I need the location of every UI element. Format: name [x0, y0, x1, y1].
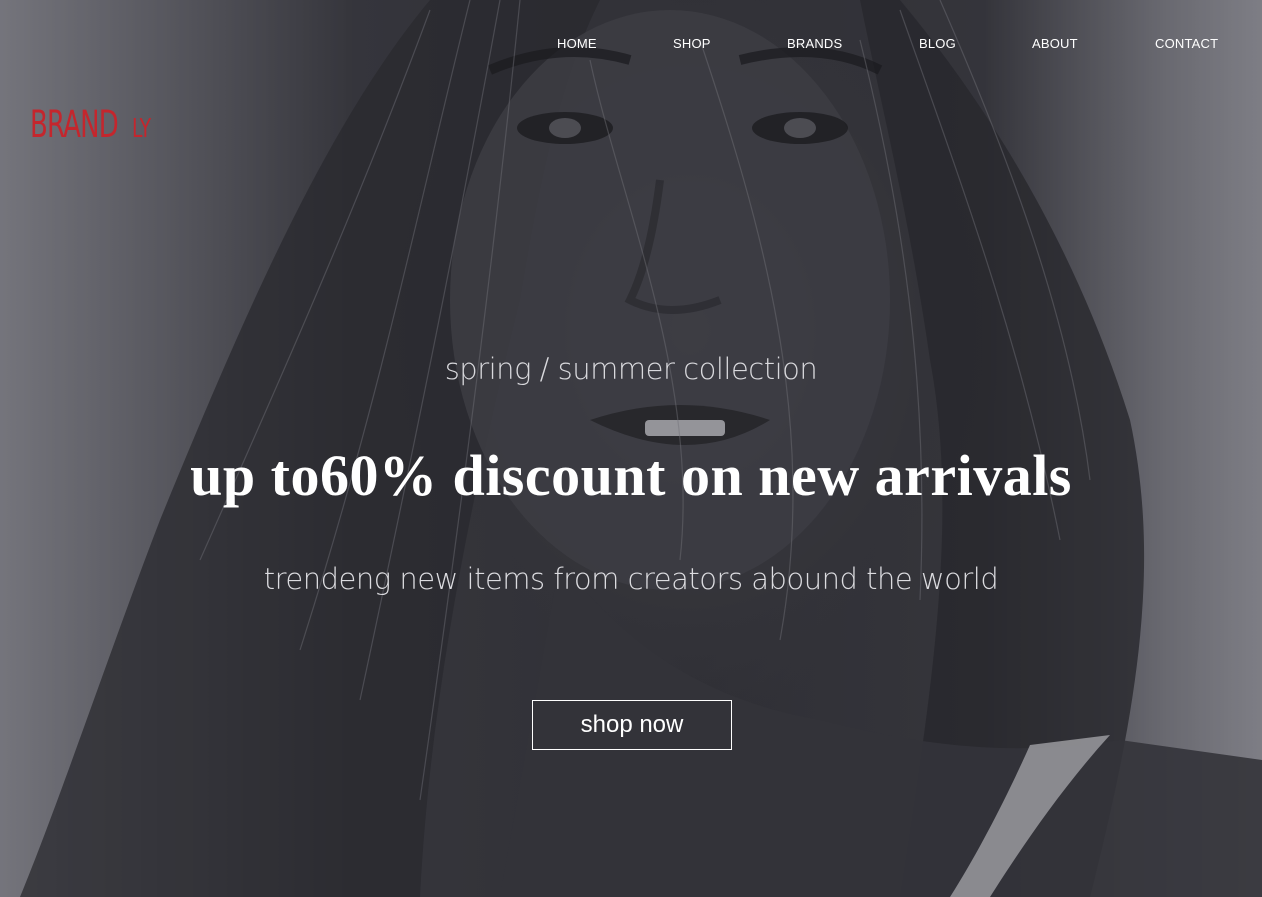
nav-item-brands[interactable]: BRANDS	[787, 36, 842, 51]
nav-item-contact[interactable]: CONTACT	[1155, 36, 1218, 51]
nav-item-home[interactable]: HOME	[557, 36, 597, 51]
brand-logo[interactable]: BRAND LY	[30, 103, 151, 146]
hero-tagline: trendeng new items from creators abound …	[263, 562, 999, 596]
nav-item-about[interactable]: ABOUT	[1032, 36, 1078, 51]
brand-logo-main: BRAND	[30, 103, 119, 146]
shop-now-button[interactable]: shop now	[532, 700, 732, 750]
hero-headline: up to60% discount on new arrivals	[190, 443, 1072, 508]
hero-subtitle: spring / summer collection	[444, 352, 818, 386]
nav-item-blog[interactable]: BLOG	[919, 36, 956, 51]
main-nav: HOME SHOP BRANDS BLOG ABOUT CONTACT	[0, 36, 1262, 56]
brand-logo-suffix: LY	[132, 114, 152, 144]
shop-now-button-label: shop now	[580, 711, 684, 738]
nav-item-shop[interactable]: SHOP	[673, 36, 711, 51]
